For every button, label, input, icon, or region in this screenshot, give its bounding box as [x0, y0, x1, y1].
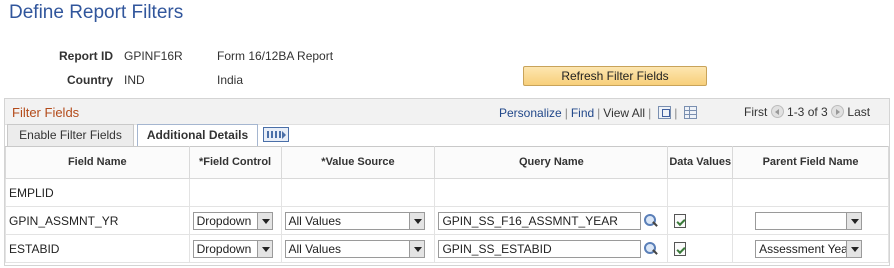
field-control-cell: Dropdown: [188, 234, 282, 263]
col-data-values: Data Values: [667, 146, 734, 179]
refresh-filter-fields-button[interactable]: Refresh Filter Fields: [523, 66, 707, 86]
show-all-tabs-icon[interactable]: [263, 127, 289, 142]
field-name-cell: GPIN_ASSMNT_YR: [5, 206, 190, 235]
value-source-value: All Values: [288, 241, 341, 256]
col-field-name: Field Name: [5, 146, 190, 179]
field-control-value: Dropdown: [196, 241, 252, 256]
last-arrow-icon[interactable]: [831, 105, 845, 118]
table-row: GPIN_ASSMNT_YR Dropdown All Values GPIN_…: [5, 206, 889, 235]
data-values-icon[interactable]: [674, 213, 687, 228]
col-query-name: Query Name: [434, 146, 669, 179]
last-label: Last: [847, 105, 871, 119]
value-source-select[interactable]: All Values: [284, 239, 425, 258]
country-value: IND: [124, 73, 145, 87]
col-value-source: *Value Source: [280, 146, 436, 179]
grid-title: Filter Fields: [12, 105, 80, 120]
data-values-cell: [667, 178, 734, 207]
personalize-link[interactable]: Personalize: [499, 106, 562, 120]
query-name-input[interactable]: GPIN_SS_F16_ASSMNT_YEAR: [438, 211, 642, 230]
table-row: EMPLID: [5, 178, 889, 207]
chevron-down-icon: [256, 212, 272, 229]
chevron-down-icon: [408, 212, 424, 229]
chevron-down-icon: [846, 240, 862, 257]
data-values-icon[interactable]: [674, 241, 687, 256]
grid-view-icon[interactable]: [684, 106, 698, 119]
query-name-cell: [434, 178, 669, 207]
chevron-down-icon: [408, 240, 424, 257]
page-title: Define Report Filters: [9, 2, 184, 23]
chevron-down-icon: [846, 212, 862, 229]
report-id-label: Report ID: [59, 49, 113, 63]
field-control-cell: [188, 178, 282, 207]
parent-field-cell: [732, 206, 889, 235]
zoom-icon[interactable]: [658, 106, 672, 119]
field-control-select[interactable]: Dropdown: [192, 211, 273, 230]
chevron-down-icon: [256, 240, 272, 257]
data-values-cell: [667, 234, 734, 263]
filter-fields-grid: Filter Fields Personalize | Find | View All |…: [4, 98, 890, 266]
page-range: 1-3 of 3: [787, 105, 828, 119]
report-id-desc: Form 16/12BA Report: [217, 49, 334, 63]
country-desc: India: [217, 73, 244, 87]
value-source-cell: [280, 178, 436, 207]
view-all-link[interactable]: View All: [603, 106, 645, 120]
find-link[interactable]: Find: [571, 106, 594, 120]
parent-field-cell: [732, 178, 889, 207]
parent-field-select[interactable]: Assessment Year: [755, 239, 863, 258]
parent-field-value: Assessment Year: [759, 241, 852, 256]
country-label: Country: [67, 73, 113, 87]
lookup-icon[interactable]: [643, 213, 658, 228]
table-row: ESTABID Dropdown All Values GPIN_SS_ESTA…: [5, 234, 889, 263]
pager: First 1-3 of 3 Last: [744, 105, 870, 119]
grid-nav: Personalize | Find | View All | |: [499, 106, 698, 120]
parent-field-cell: Assessment Year: [732, 234, 889, 263]
data-values-cell: [667, 206, 734, 235]
tab-enable-filter-fields[interactable]: Enable Filter Fields: [7, 124, 134, 146]
field-name-cell: ESTABID: [5, 234, 190, 263]
field-name-cell: EMPLID: [5, 178, 190, 207]
col-field-control: *Field Control: [188, 146, 282, 179]
first-label: First: [744, 105, 768, 119]
value-source-select[interactable]: All Values: [284, 211, 425, 230]
value-source-value: All Values: [288, 213, 341, 228]
parent-field-select[interactable]: [755, 211, 863, 230]
report-id-value: GPINF16R: [124, 49, 183, 63]
tab-additional-details[interactable]: Additional Details: [137, 124, 258, 146]
field-control-select[interactable]: Dropdown: [192, 239, 273, 258]
col-parent-field-name: Parent Field Name: [732, 146, 889, 179]
first-arrow-icon[interactable]: [770, 105, 784, 118]
query-name-cell: GPIN_SS_ESTABID: [434, 234, 669, 263]
grid-header: Filter Fields Personalize | Find | View All |…: [5, 99, 889, 125]
filter-table: Field Name *Field Control *Value Source …: [5, 146, 889, 263]
field-control-value: Dropdown: [196, 213, 252, 228]
lookup-icon[interactable]: [643, 241, 658, 256]
value-source-cell: All Values: [280, 206, 436, 235]
query-name-input[interactable]: GPIN_SS_ESTABID: [438, 239, 642, 258]
value-source-cell: All Values: [280, 234, 436, 263]
field-control-cell: Dropdown: [188, 206, 282, 235]
query-name-cell: GPIN_SS_F16_ASSMNT_YEAR: [434, 206, 669, 235]
